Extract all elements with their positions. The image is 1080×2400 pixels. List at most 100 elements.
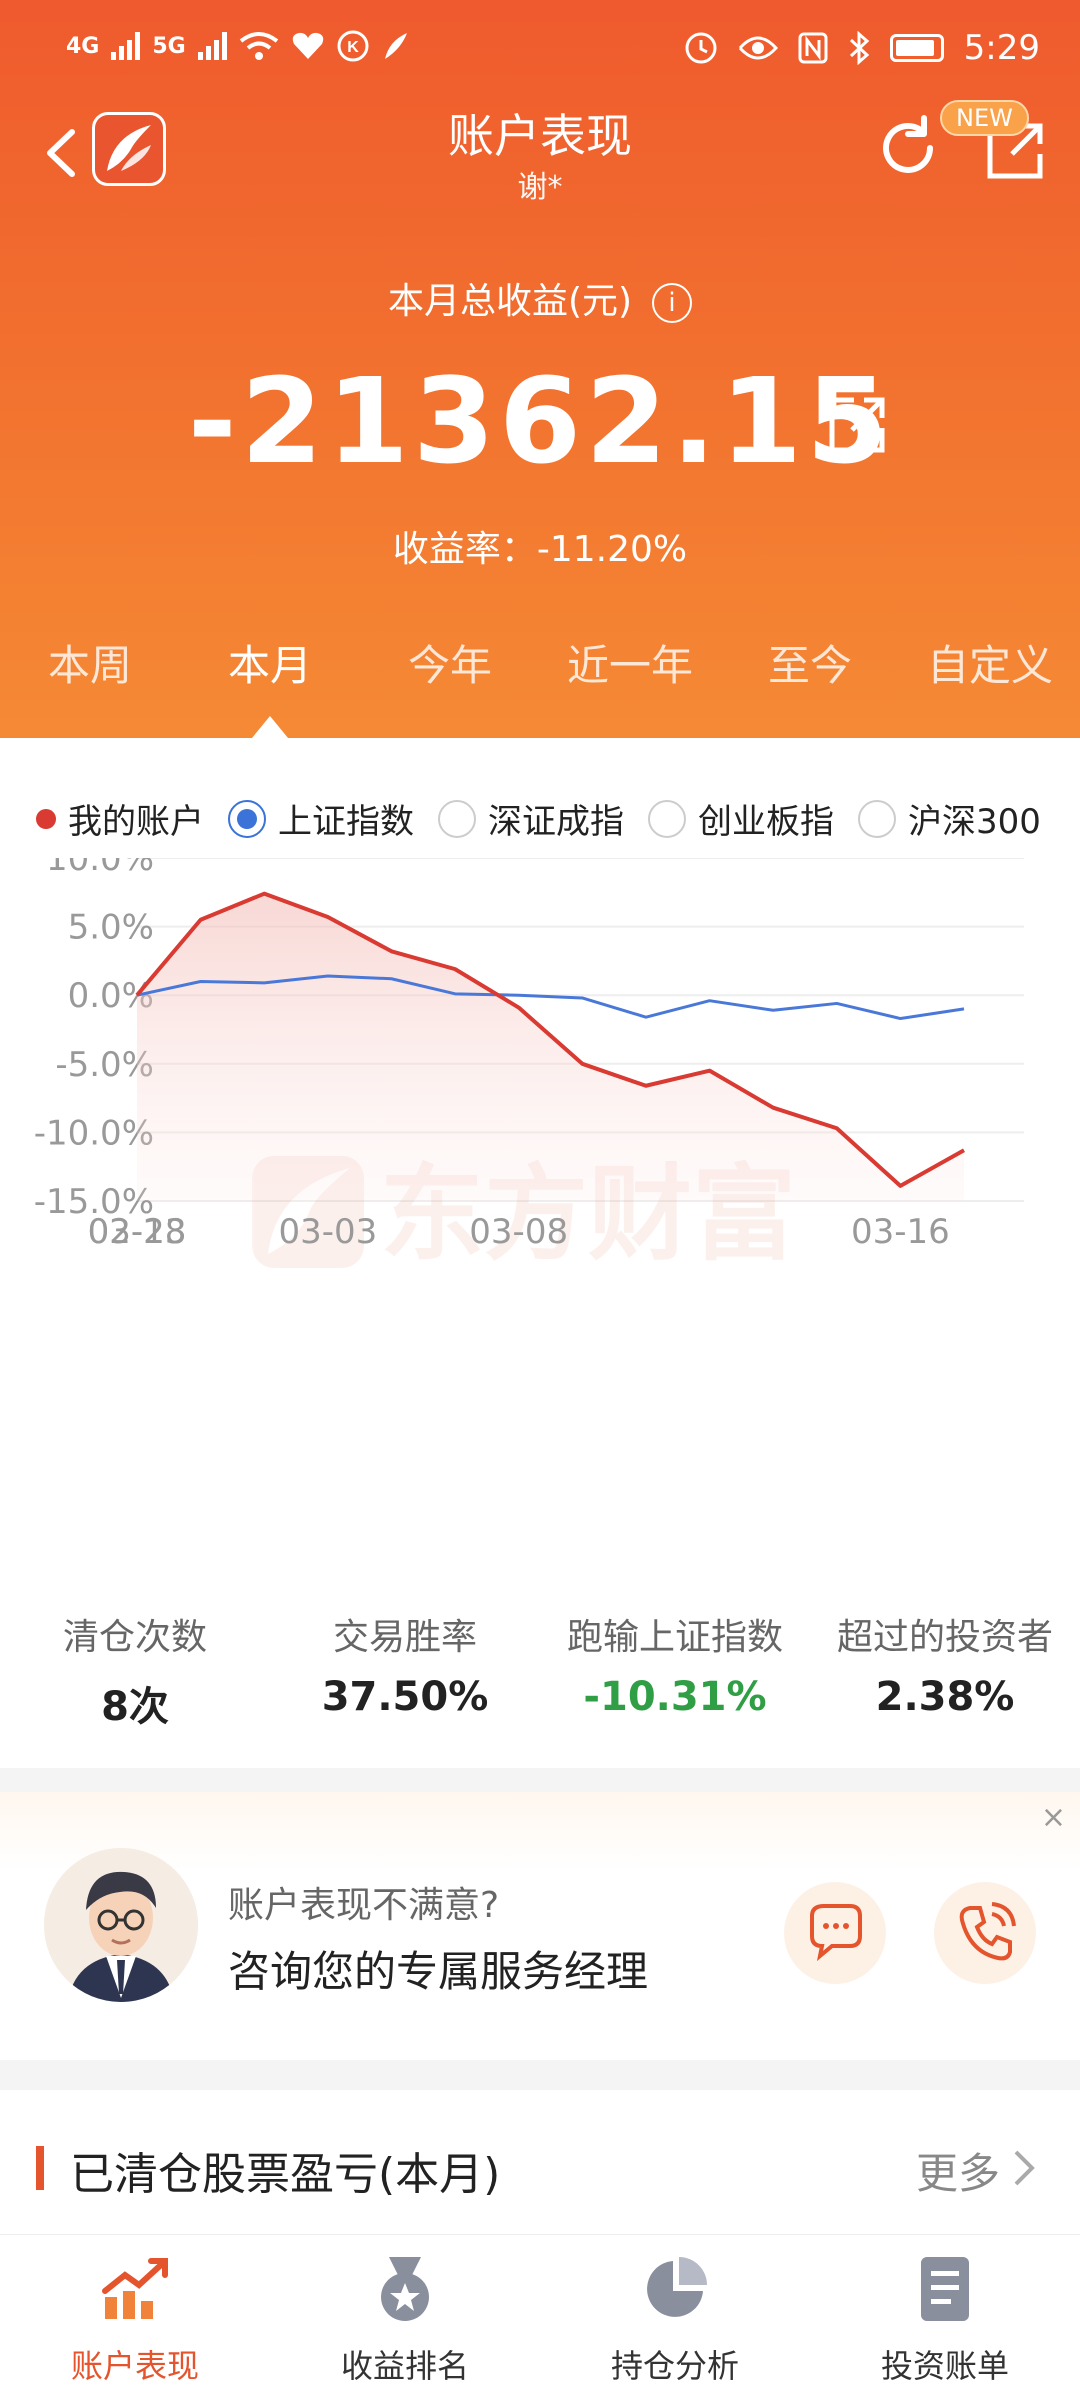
chart-series xyxy=(135,891,965,1201)
tab-week[interactable]: 本周 xyxy=(0,632,180,702)
stat-value: 2.38% xyxy=(875,1674,1015,1720)
bottom-nav-label: 收益排名 xyxy=(340,2347,469,2385)
stat-liquidations: 清仓次数 8次 xyxy=(0,1608,270,1732)
section-accent-bar xyxy=(36,2146,44,2190)
stat-label: 交易胜率 xyxy=(332,1617,477,1658)
legend-csi300[interactable]: 沪深300 xyxy=(858,794,1041,843)
nfc-icon xyxy=(798,32,828,64)
advisor-promo: × 账户表现不满意? 咨询您的专属服务经理 xyxy=(0,1792,1080,2060)
radio-icon[interactable] xyxy=(858,799,896,838)
pie-chart-icon xyxy=(647,2257,707,2317)
refresh-icon[interactable] xyxy=(872,112,944,184)
bluetooth-icon xyxy=(849,31,869,65)
series-area-fill xyxy=(137,893,964,1201)
header: 4G 5G K 5:29 账户表现 谢* NEW 本月总收益(元) i -213… xyxy=(0,0,1080,738)
stat-percentile: 超过的投资者 2.38% xyxy=(810,1608,1080,1732)
heart-icon xyxy=(292,32,323,59)
bottom-nav-holdings[interactable]: 持仓分析 xyxy=(540,2235,810,2400)
stat-value: 8次 xyxy=(101,1684,169,1730)
tab-custom[interactable]: 自定义 xyxy=(900,632,1080,702)
x-tick-label: 03-13 xyxy=(88,1212,187,1252)
stat-vs-index: 跑输上证指数 -10.31% xyxy=(540,1608,810,1732)
return-rate: 收益率：-11.20% xyxy=(392,529,688,570)
legend-chinext-index[interactable]: 创业板指 xyxy=(648,794,834,843)
document-icon xyxy=(921,2257,969,2321)
external-link-icon[interactable] xyxy=(826,392,890,456)
tab-all-time[interactable]: 至今 xyxy=(720,632,900,702)
total-profit-label-text: 本月总收益(元) xyxy=(387,281,633,322)
tab-last-year[interactable]: 近一年 xyxy=(540,632,720,702)
legend-label: 上证指数 xyxy=(278,802,414,842)
lock-clock-icon xyxy=(685,32,717,64)
total-profit-label: 本月总收益(元) i xyxy=(0,272,1080,324)
clock: 5:29 xyxy=(963,28,1040,68)
legend-label: 沪深300 xyxy=(908,802,1041,842)
new-badge: NEW xyxy=(940,100,1029,136)
signal-icon-2 xyxy=(197,32,227,60)
period-tabs: 本周 本月 今年 近一年 至今 自定义 xyxy=(0,632,1080,702)
radio-icon[interactable] xyxy=(438,799,476,838)
stat-value: -10.31% xyxy=(583,1674,767,1720)
bottom-nav-ranking[interactable]: 收益排名 xyxy=(270,2235,540,2400)
wifi-icon xyxy=(239,32,278,60)
bottom-nav-statement[interactable]: 投资账单 xyxy=(810,2235,1080,2400)
performance-card: 我的账户 上证指数 深证成指 创业板指 沪深300 东方财富 10.0% 5.0%… xyxy=(0,738,1080,1768)
x-axis: 02-28 03-03 03-0803-13 03-16 xyxy=(88,1212,950,1252)
legend-label: 深证成指 xyxy=(488,802,624,842)
network-label: 4G xyxy=(66,33,100,59)
battery-icon xyxy=(889,34,944,62)
stat-value: 37.50% xyxy=(321,1674,489,1720)
closed-positions-section: 已清仓股票盈亏(本月) 更多 xyxy=(0,2090,1080,2240)
x-tick-label: 03-16 xyxy=(851,1212,950,1252)
svg-text:K: K xyxy=(347,39,359,56)
legend-my-account: 我的账户 xyxy=(36,794,204,843)
radio-icon[interactable] xyxy=(648,799,686,838)
trend-chart-icon xyxy=(102,2258,168,2319)
eye-icon xyxy=(738,36,778,60)
stats-row: 清仓次数 8次 交易胜率 37.50% 跑输上证指数 -10.31% 超过的投资者 2.… xyxy=(0,1608,1080,1732)
network-label-2: 5G xyxy=(152,33,186,59)
nav-bar: 账户表现 谢* NEW xyxy=(0,100,1080,210)
k-icon: K xyxy=(337,30,369,62)
red-dot-icon xyxy=(36,808,56,829)
bottom-nav-label: 持仓分析 xyxy=(610,2347,739,2385)
legend-szse-index[interactable]: 深证成指 xyxy=(438,794,624,843)
radio-checked-icon[interactable] xyxy=(228,799,266,838)
phone-icon xyxy=(959,1902,1016,1961)
x-tick-label: 03-03 xyxy=(278,1212,377,1252)
total-profit-value: -21362.15 xyxy=(187,352,893,490)
returns-chart: 东方财富 10.0%5.0%0.0%-5.0%-10.0%-15.0% 02-2… xyxy=(34,858,1024,1275)
signal-icon xyxy=(111,32,141,60)
tab-year[interactable]: 今年 xyxy=(360,632,540,702)
chart-legend: 我的账户 上证指数 深证成指 创业板指 沪深300 xyxy=(36,794,1041,843)
legend-sse-index[interactable]: 上证指数 xyxy=(228,794,414,843)
bottom-nav: 账户表现 收益排名 持仓分析 投资账单 xyxy=(0,2234,1080,2400)
bottom-nav-label: 投资账单 xyxy=(880,2347,1009,2385)
medal-icon xyxy=(381,2257,429,2321)
active-tab-indicator xyxy=(252,716,288,738)
y-tick-label: 10.0% xyxy=(46,858,154,879)
feather-icon xyxy=(384,33,407,59)
info-icon[interactable]: i xyxy=(652,283,693,323)
legend-label: 我的账户 xyxy=(68,802,204,842)
y-tick-label: -10.0% xyxy=(34,1113,154,1153)
tab-month[interactable]: 本月 xyxy=(180,632,360,702)
stat-label: 跑输上证指数 xyxy=(566,1617,783,1658)
advisor-avatar xyxy=(44,1848,198,2002)
status-bar: 4G 5G K 5:29 xyxy=(0,0,1080,100)
more-link[interactable]: 更多 xyxy=(916,2140,1000,2201)
promo-line-2: 咨询您的专属服务经理 xyxy=(228,1947,649,1996)
section-title: 已清仓股票盈亏(本月) xyxy=(70,2149,501,2200)
stat-label: 清仓次数 xyxy=(62,1617,207,1658)
bottom-nav-performance[interactable]: 账户表现 xyxy=(0,2235,270,2400)
chat-button[interactable] xyxy=(784,1882,886,1984)
chevron-right-icon[interactable] xyxy=(1012,2148,1036,2188)
bottom-nav-label: 账户表现 xyxy=(70,2347,199,2385)
stat-win-rate: 交易胜率 37.50% xyxy=(270,1608,540,1732)
close-icon[interactable]: × xyxy=(1041,1800,1066,1835)
y-tick-label: 5.0% xyxy=(68,908,154,948)
x-tick-label: 03-08 xyxy=(469,1212,568,1252)
chat-icon xyxy=(810,1904,862,1962)
call-button[interactable] xyxy=(934,1882,1036,1984)
y-axis: 10.0%5.0%0.0%-5.0%-10.0%-15.0% xyxy=(34,858,154,1222)
